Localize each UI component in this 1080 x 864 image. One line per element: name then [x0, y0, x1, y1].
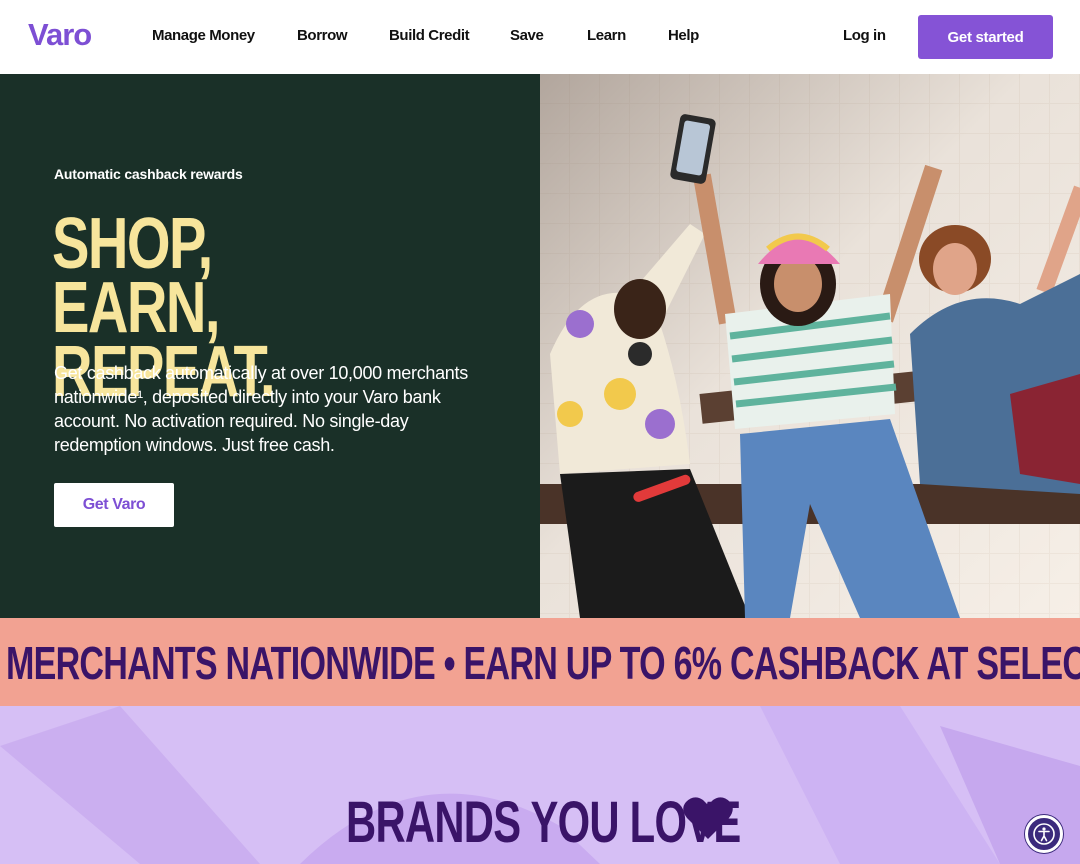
nav-learn[interactable]: Learn [587, 27, 626, 44]
nav-help[interactable]: Help [668, 27, 699, 44]
brands-section: BRANDS YOU LOVE [0, 706, 1080, 864]
friends-celebrating-image [540, 74, 1080, 618]
nav-save[interactable]: Save [510, 27, 544, 44]
nav-manage-money[interactable]: Manage Money [152, 27, 255, 44]
headline-line-1: SHOP, EARN, [52, 204, 220, 348]
login-link[interactable]: Log in [843, 27, 886, 44]
accessibility-icon [1033, 823, 1055, 845]
hero-body: Get cashback automatically at over 10,00… [54, 363, 468, 455]
varo-logo[interactable]: Varo [28, 17, 92, 53]
hero-section: Automatic cashback rewards SHOP, EARN, R… [0, 74, 540, 618]
accessibility-button[interactable] [1025, 815, 1063, 853]
marquee-text: MERCHANTS NATIONWIDE • EARN UP TO 6% CAS… [6, 637, 1080, 689]
get-started-button[interactable]: Get started [918, 15, 1053, 59]
cashback-marquee: MERCHANTS NATIONWIDE • EARN UP TO 6% CAS… [0, 618, 1080, 706]
top-navigation: Varo Manage Money Borrow Build Credit Sa… [0, 0, 1080, 74]
heart-icon [683, 797, 733, 839]
get-varo-button[interactable]: Get Varo [54, 483, 174, 527]
nav-borrow[interactable]: Borrow [297, 27, 348, 44]
nav-build-credit[interactable]: Build Credit [389, 27, 470, 44]
hero-eyebrow: Automatic cashback rewards [54, 166, 243, 182]
hero-photo [540, 74, 1080, 618]
